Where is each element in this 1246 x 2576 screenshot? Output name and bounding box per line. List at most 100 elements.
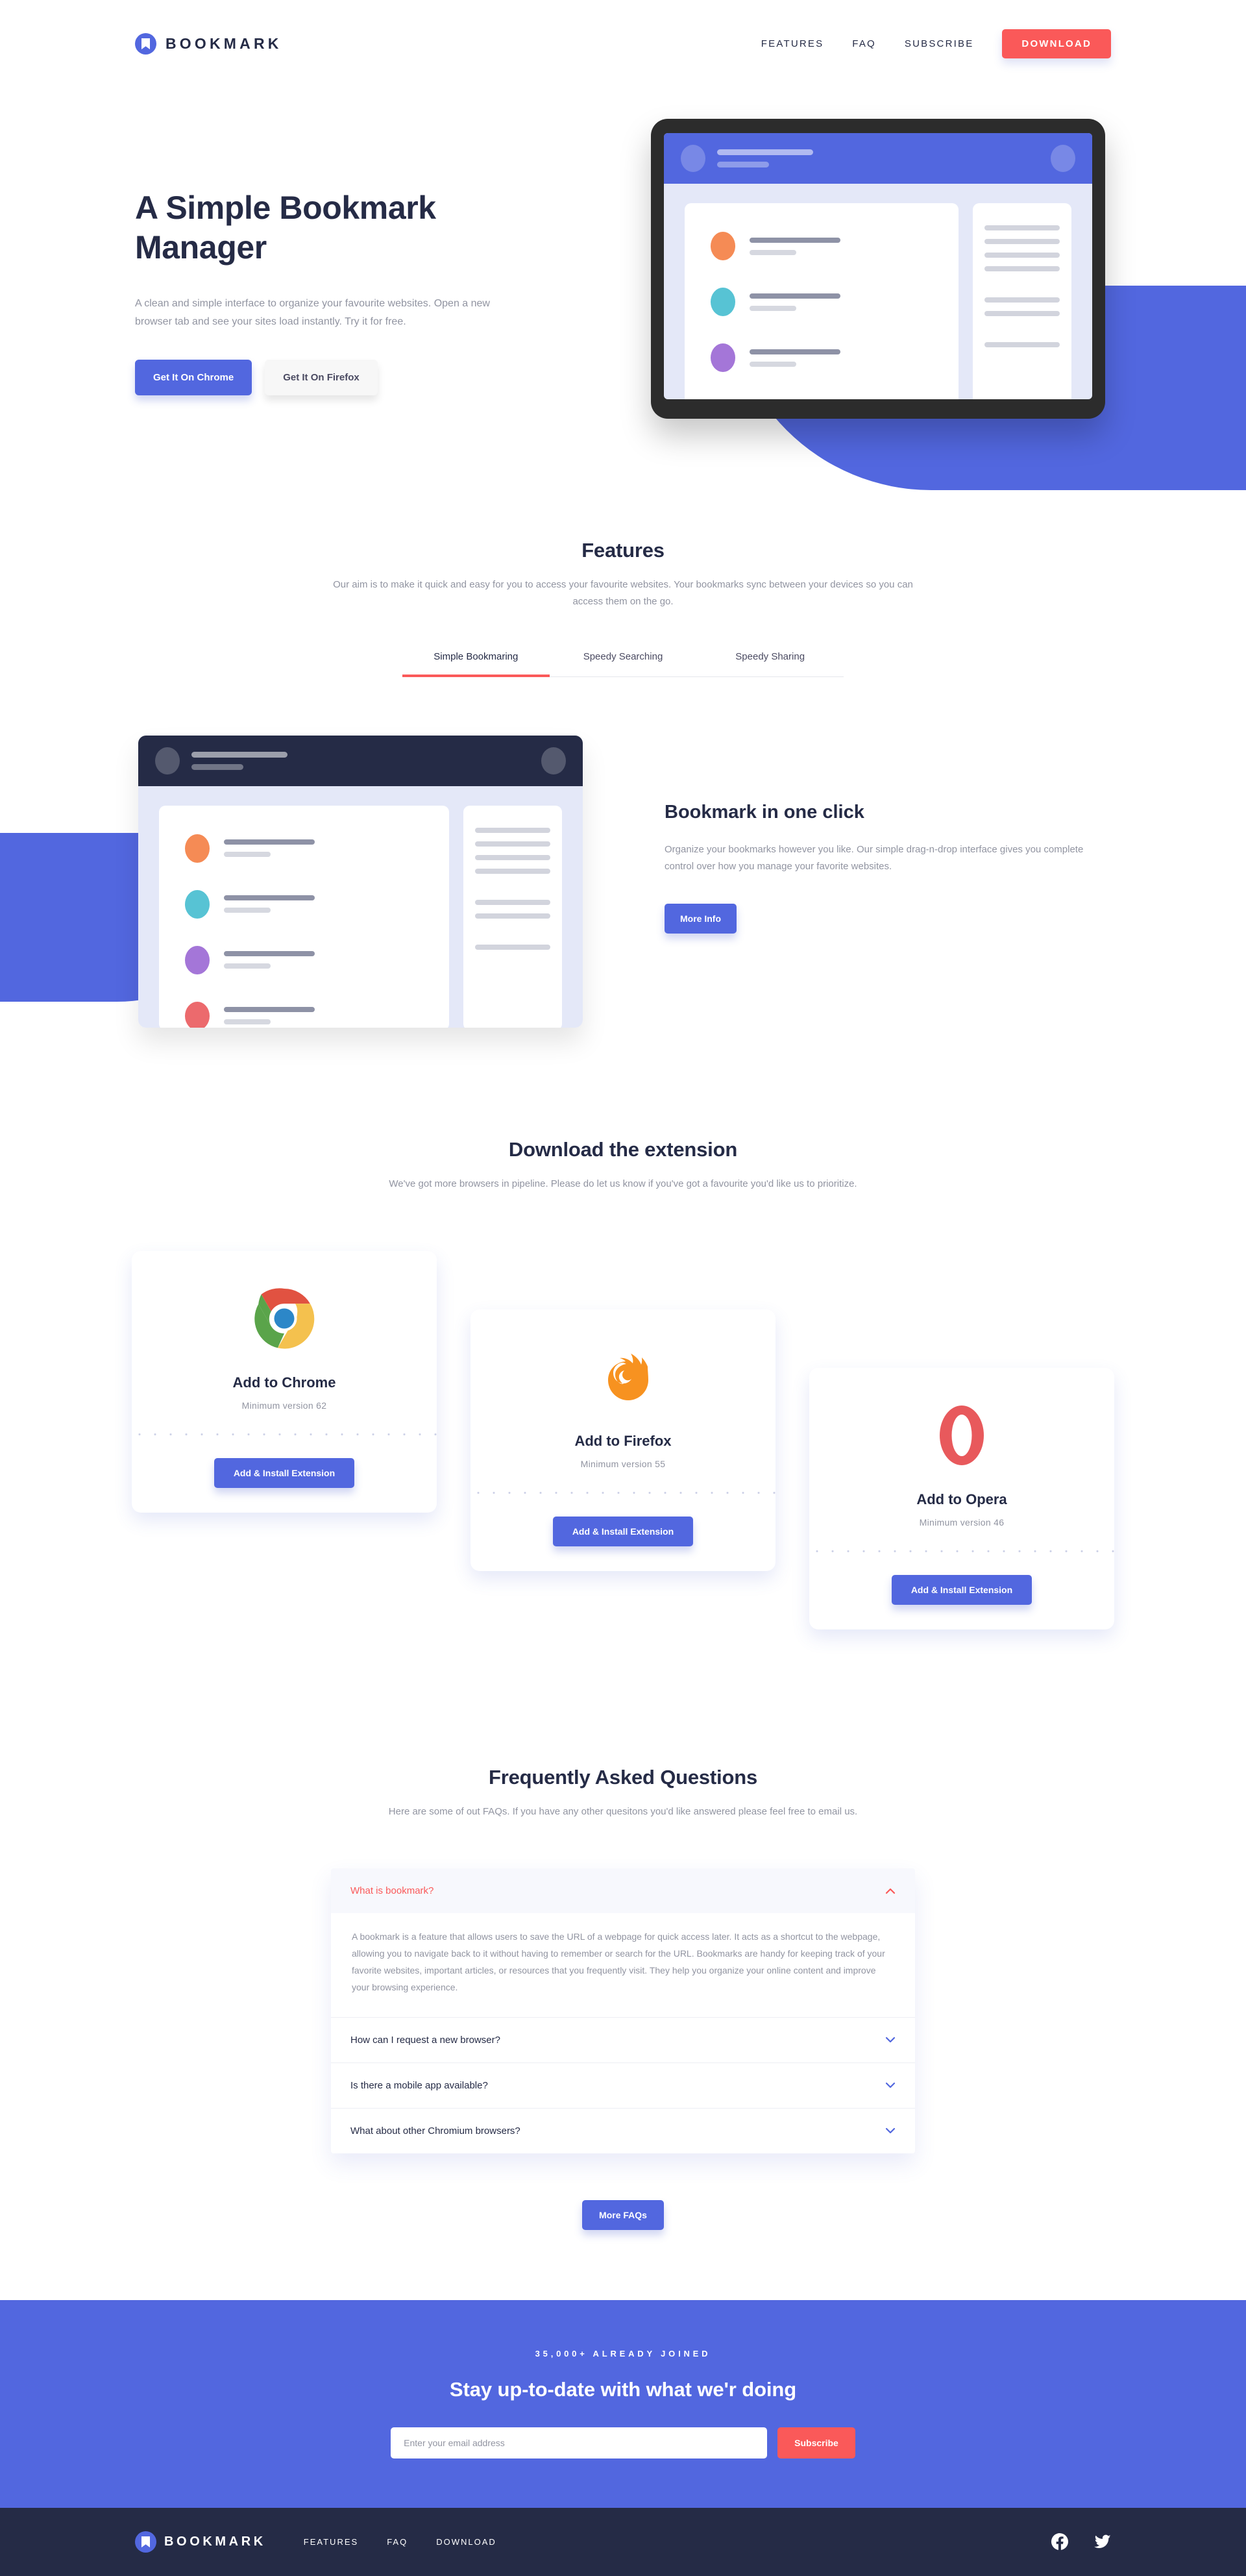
faq-question-toggle[interactable]: Is there a mobile app available? xyxy=(331,2063,915,2108)
chevron-up-icon[interactable] xyxy=(885,1886,896,1896)
faq-question-toggle[interactable]: What about other Chromium browsers? xyxy=(331,2109,915,2153)
add-install-extension-button-firefox[interactable]: Add & Install Extension xyxy=(552,1516,694,1546)
mock-line xyxy=(191,751,287,758)
footer-brand-logo[interactable]: BOOKMARK xyxy=(135,2531,266,2553)
list-item xyxy=(711,288,933,316)
mock-avatar-icon xyxy=(1051,145,1075,172)
browser-card-opera: Add to Opera Minimum version 46 Add & In… xyxy=(809,1367,1114,1629)
hero-copy: A Simple Bookmark Manager A clean and si… xyxy=(135,188,524,395)
chevron-down-icon[interactable] xyxy=(885,2035,896,2045)
subscribe-title: Stay up-to-date with what we'r doing xyxy=(449,2378,797,2401)
mock-sidebar-list xyxy=(973,203,1071,399)
mock-avatar-icon xyxy=(681,145,705,172)
mock-line xyxy=(984,311,1060,316)
mock-line xyxy=(984,253,1060,258)
bookmark-icon xyxy=(135,2531,156,2553)
mock-avatar-icon xyxy=(155,747,180,774)
browser-card-version: Minimum version 55 xyxy=(580,1458,666,1469)
mock-line xyxy=(717,162,769,167)
hero-title: A Simple Bookmark Manager xyxy=(135,190,436,266)
browser-card-title: Add to Chrome xyxy=(232,1374,336,1391)
browser-card-list: Add to Chrome Minimum version 62 Add & I… xyxy=(0,1250,1246,1629)
mock-row-lines xyxy=(750,237,840,255)
list-item xyxy=(185,945,423,974)
facebook-icon[interactable] xyxy=(1051,2533,1068,2550)
mock-row-lines xyxy=(750,293,840,311)
features-description: Our aim is to make it quick and easy for… xyxy=(333,579,913,608)
features-panel: Bookmark in one click Organize your book… xyxy=(0,729,1246,1054)
list-item xyxy=(711,232,933,260)
features-title: Features xyxy=(581,539,665,562)
tab-speedy-sharing[interactable]: Speedy Sharing xyxy=(696,651,844,676)
mock-topbar-lines xyxy=(191,751,287,770)
mock-sidebar-list xyxy=(463,805,562,1028)
mock-line xyxy=(475,913,550,919)
more-faqs-button[interactable]: More FAQs xyxy=(582,2199,664,2230)
footer-social-links xyxy=(1051,2533,1111,2550)
mock-line xyxy=(475,827,550,833)
browser-card-version: Minimum version 46 xyxy=(919,1517,1005,1528)
footer-left-group: BOOKMARK FEATURES FAQ DOWNLOAD xyxy=(135,2531,496,2553)
mock-line xyxy=(224,951,315,956)
email-input[interactable] xyxy=(391,2427,768,2459)
features-heading: Features Our aim is to make it quick and… xyxy=(0,539,1246,611)
chevron-down-icon[interactable] xyxy=(885,2080,896,2090)
faq-question-toggle[interactable]: How can I request a new browser? xyxy=(331,2018,915,2062)
subscribe-button[interactable]: Subscribe xyxy=(777,2427,855,2459)
more-info-button[interactable]: More Info xyxy=(665,904,737,934)
get-it-on-chrome-button[interactable]: Get It On Chrome xyxy=(135,360,252,395)
features-tablist: Simple Bookmaring Speedy Searching Speed… xyxy=(402,651,844,677)
faq-description: Here are some of out FAQs. If you have a… xyxy=(388,1805,858,1817)
faq-question-toggle[interactable]: What is bookmark? xyxy=(331,1868,915,1913)
footer-link-features[interactable]: FEATURES xyxy=(304,2537,358,2547)
footer-link-download[interactable]: DOWNLOAD xyxy=(436,2537,496,2547)
tablet-screen xyxy=(664,133,1092,399)
mock-topbar-lines xyxy=(717,149,813,167)
tab-simple-bookmaring[interactable]: Simple Bookmaring xyxy=(402,651,550,677)
features-illustration xyxy=(138,735,583,1028)
mock-content xyxy=(664,184,1092,399)
mock-line xyxy=(475,944,550,950)
feature-panel-title: Bookmark in one click xyxy=(665,801,864,823)
chevron-down-icon[interactable] xyxy=(885,2125,896,2136)
hero-section: A Simple Bookmark Manager A clean and si… xyxy=(0,0,1246,490)
get-it-on-firefox-button[interactable]: Get It On Firefox xyxy=(265,360,378,395)
faq-item-mobile-app: Is there a mobile app available? xyxy=(331,2063,915,2109)
faq-answer-text: A bookmark is a feature that allows user… xyxy=(352,1931,885,1992)
faq-footer: More FAQs xyxy=(0,2199,1246,2230)
twitter-icon[interactable] xyxy=(1094,2533,1111,2550)
mock-line xyxy=(191,763,243,770)
tablet-frame xyxy=(651,119,1105,419)
add-install-extension-button-chrome[interactable]: Add & Install Extension xyxy=(214,1457,355,1488)
mock-topbar xyxy=(138,735,583,786)
mock-line xyxy=(224,839,315,845)
mock-spacer xyxy=(475,927,550,936)
mock-line xyxy=(750,349,840,354)
faq-title: Frequently Asked Questions xyxy=(489,1765,757,1789)
mock-spacer xyxy=(984,280,1060,289)
subscribe-section: 35,000+ ALREADY JOINED Stay up-to-date w… xyxy=(0,2299,1246,2508)
tab-speedy-searching[interactable]: Speedy Searching xyxy=(550,651,697,676)
faq-item-chromium-browsers: What about other Chromium browsers? xyxy=(331,2109,915,2153)
mock-dot-orange-icon xyxy=(185,834,210,863)
footer-link-faq[interactable]: FAQ xyxy=(387,2537,408,2547)
mock-line xyxy=(984,342,1060,347)
mock-row-lines xyxy=(224,951,315,969)
mock-line xyxy=(224,908,271,913)
mock-row-lines xyxy=(224,1007,315,1024)
mock-dot-orange-icon xyxy=(711,232,735,260)
mock-line xyxy=(984,266,1060,271)
mock-line xyxy=(475,868,550,874)
footer-brand-text: BOOKMARK xyxy=(164,2534,266,2549)
faq-answer-panel: A bookmark is a feature that allows user… xyxy=(331,1913,915,2017)
hero-subtitle: A clean and simple interface to organize… xyxy=(135,298,490,327)
browser-card-version: Minimum version 62 xyxy=(241,1400,327,1411)
faq-question-text: Is there a mobile app available? xyxy=(350,2079,488,2091)
page-root: BOOKMARK FEATURES FAQ SUBSCRIBE DOWNLOAD… xyxy=(0,0,1246,2576)
mock-dot-purple-icon xyxy=(711,343,735,372)
mock-dot-purple-icon xyxy=(185,945,210,974)
download-heading: Download the extension We've got more br… xyxy=(0,1138,1246,1193)
list-item xyxy=(185,889,423,919)
mock-content xyxy=(138,786,583,1028)
add-install-extension-button-opera[interactable]: Add & Install Extension xyxy=(891,1574,1032,1605)
